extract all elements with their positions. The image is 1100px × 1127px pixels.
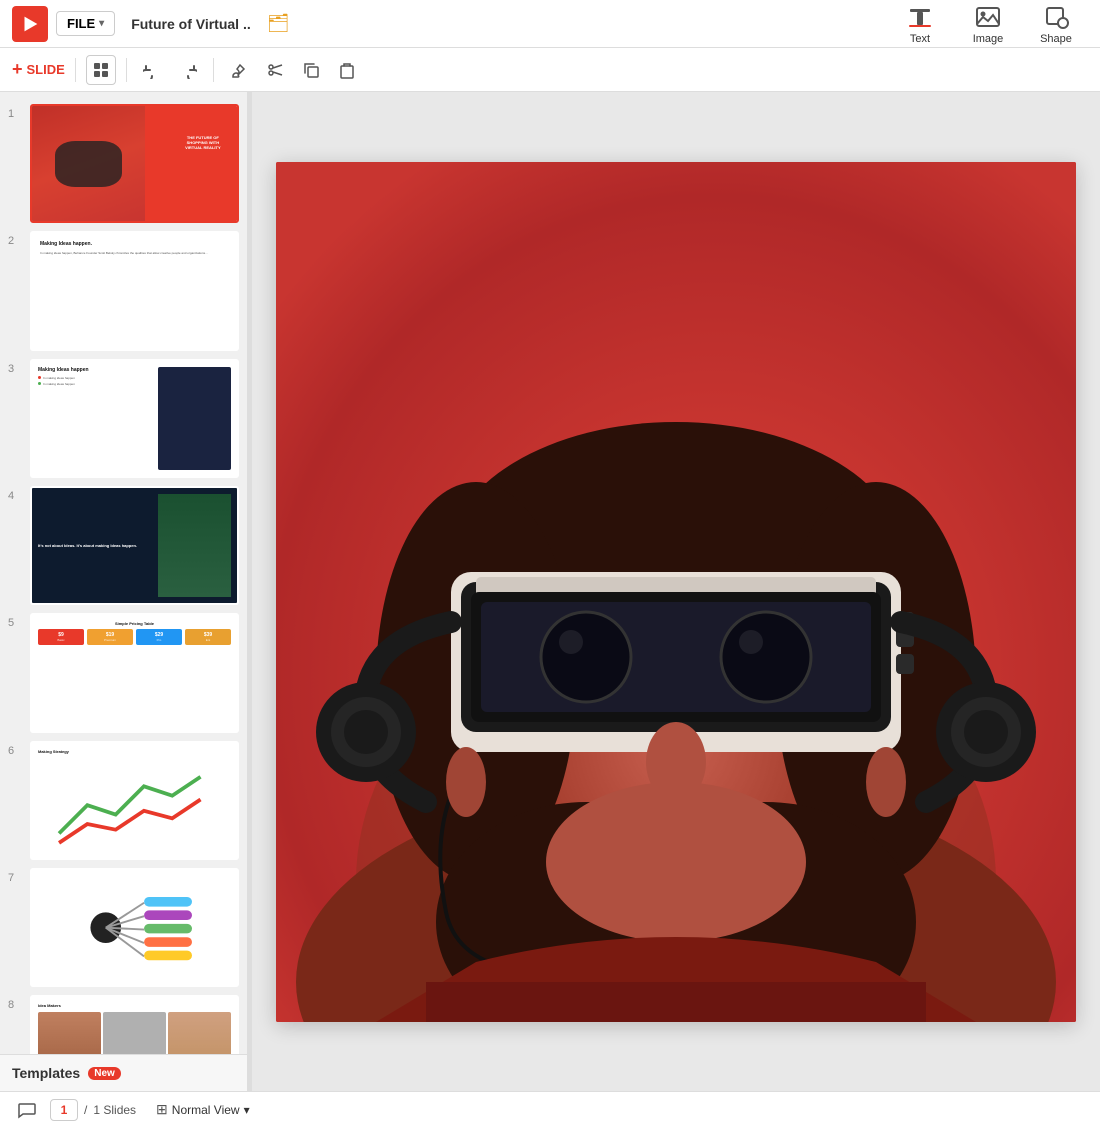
slide5-title: Simple Pricing Table — [38, 621, 231, 626]
copy-button[interactable] — [296, 55, 326, 85]
view-chevron-icon: ▾ — [244, 1103, 250, 1117]
slide-panel: 1 THE FUTURE OFSHOPPING WITHVIRTUAL REAL… — [0, 92, 248, 1091]
document-title: Future of Virtual .. — [131, 16, 251, 32]
slide-number: 3 — [8, 363, 24, 375]
slide-number: 4 — [8, 490, 24, 502]
slide-thumbnail[interactable] — [30, 868, 239, 987]
shape-tool-label: Shape — [1040, 33, 1072, 45]
slide-thumbnail[interactable]: Making Ideas happen. In making ideas hap… — [30, 231, 239, 350]
undo-button[interactable] — [137, 55, 167, 85]
view-label: Normal View — [172, 1103, 240, 1117]
scissors-button[interactable] — [260, 55, 290, 85]
slide-item[interactable]: 3 Making Ideas happen In making ideas ha… — [0, 355, 247, 482]
file-label: FILE — [67, 16, 95, 31]
status-left: 1 / 1 Slides — [12, 1095, 136, 1125]
text-tool-button[interactable]: Text — [888, 0, 952, 48]
status-bar: 1 / 1 Slides ⊞ Normal View ▾ — [0, 1091, 1100, 1127]
slide-thumbnail[interactable]: Making Ideas happen In making ideas happ… — [30, 359, 239, 478]
file-menu-button[interactable]: FILE ▾ — [56, 11, 115, 36]
slide-number: 7 — [8, 872, 24, 884]
main-area: 1 THE FUTURE OFSHOPPING WITHVIRTUAL REAL… — [0, 92, 1100, 1091]
slide-label: SLIDE — [27, 62, 65, 77]
slide-number: 6 — [8, 745, 24, 757]
slide-item[interactable]: 7 — [0, 864, 247, 991]
plus-icon: + — [12, 59, 23, 80]
current-page[interactable]: 1 — [50, 1099, 78, 1121]
paste-button[interactable] — [332, 55, 362, 85]
logo-button[interactable] — [12, 6, 48, 42]
slide-number: 8 — [8, 999, 24, 1011]
slide-thumbnail[interactable]: Simple Pricing Table $9Basic $19Premium … — [30, 613, 239, 732]
templates-label: Templates — [12, 1065, 80, 1081]
image-tool-button[interactable]: Image — [956, 0, 1020, 48]
slide-item[interactable]: 6 Making Strategy — [0, 737, 247, 864]
slide-number: 1 — [8, 108, 24, 120]
shape-tool-button[interactable]: Shape — [1024, 0, 1088, 48]
slide-item[interactable]: 2 Making Ideas happen. In making ideas h… — [0, 227, 247, 354]
slide-thumbnail[interactable]: Idea Makers — [30, 995, 239, 1054]
chat-button[interactable] — [12, 1095, 42, 1125]
slide-item[interactable]: 1 THE FUTURE OFSHOPPING WITHVIRTUAL REAL… — [0, 100, 247, 227]
slide-thumbnail[interactable]: Making Strategy — [30, 741, 239, 860]
slide-item[interactable]: 5 Simple Pricing Table $9Basic $19Premiu… — [0, 609, 247, 736]
right-tool-group: Text Image Shape — [888, 0, 1088, 48]
page-total: 1 Slides — [93, 1103, 136, 1117]
new-badge: New — [88, 1067, 121, 1080]
text-tool-label: Text — [910, 33, 930, 45]
toolbar-divider-2 — [126, 58, 127, 82]
add-slide-button[interactable]: + SLIDE — [12, 59, 65, 80]
layout-button[interactable] — [86, 55, 116, 85]
slide-item[interactable]: 4 It's not about Ideas. It's about makin… — [0, 482, 247, 609]
image-tool-label: Image — [973, 33, 1004, 45]
slide3-title: Making Ideas happen — [38, 367, 154, 373]
toolbar-divider — [75, 58, 76, 82]
redo-button[interactable] — [173, 55, 203, 85]
toolbar-divider-3 — [213, 58, 214, 82]
page-navigation: 1 / 1 Slides — [50, 1099, 136, 1121]
slide-item[interactable]: 8 Idea Makers — [0, 991, 247, 1054]
main-slide-canvas[interactable] — [276, 162, 1076, 1022]
slide4-title: It's not about Ideas. It's about making … — [38, 543, 154, 549]
folder-icon[interactable]: 🗂 — [267, 13, 290, 34]
slide6-title: Making Strategy — [38, 749, 231, 754]
slide2-title: Making Ideas happen. — [40, 241, 229, 247]
top-toolbar: FILE ▾ Future of Virtual .. 🗂 Text Image — [0, 0, 1100, 48]
slide-number: 5 — [8, 617, 24, 629]
slide-thumbnail[interactable]: It's not about Ideas. It's about making … — [30, 486, 239, 605]
paintbrush-button[interactable] — [224, 55, 254, 85]
canvas-area — [252, 92, 1100, 1091]
file-chevron-icon: ▾ — [99, 18, 104, 29]
view-icon: ⊞ — [156, 1101, 168, 1118]
page-separator: / — [84, 1103, 87, 1117]
slide-number: 2 — [8, 235, 24, 247]
second-toolbar: + SLIDE — [0, 48, 1100, 92]
templates-button[interactable]: Templates New — [0, 1054, 247, 1091]
slide-list: 1 THE FUTURE OFSHOPPING WITHVIRTUAL REAL… — [0, 92, 247, 1054]
slide8-title: Idea Makers — [38, 1003, 231, 1008]
slide-thumbnail[interactable]: THE FUTURE OFSHOPPING WITHVIRTUAL REALIT… — [30, 104, 239, 223]
view-mode-button[interactable]: ⊞ Normal View ▾ — [148, 1097, 258, 1122]
